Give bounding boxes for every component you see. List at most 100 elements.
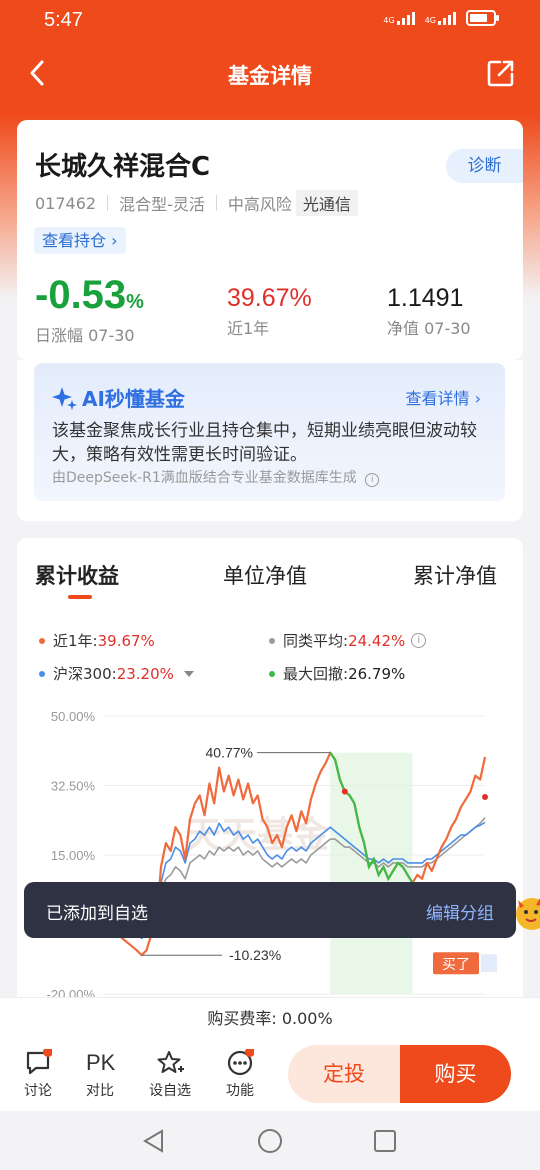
- discuss-label: 讨论: [24, 1083, 52, 1099]
- nav-label: 净值 07-30: [387, 319, 471, 338]
- daily-change-value: -0.53%: [35, 275, 144, 322]
- purchase-fee-bar: 购买费率: 0.00%: [0, 997, 540, 1039]
- add-watchlist-button[interactable]: 设自选: [145, 1049, 195, 1100]
- legend-index-label: 沪深300:: [53, 665, 117, 683]
- auto-invest-button[interactable]: 定投: [288, 1045, 400, 1103]
- diagnose-button[interactable]: 诊断: [446, 149, 523, 183]
- info-icon[interactable]: i: [411, 633, 427, 648]
- functions-button[interactable]: 功能: [215, 1049, 265, 1100]
- end-marker: [482, 794, 488, 801]
- view-holdings-link[interactable]: 查看持仓 ›: [34, 227, 126, 254]
- active-tab-indicator: [68, 595, 92, 599]
- legend-index-value: 23.20%: [116, 664, 174, 683]
- min-annotation-label: -10.23%: [229, 947, 281, 963]
- chart-card: 累计收益 单位净值 累计净值 近1年: 39.67% 同类平均: 24.42% …: [17, 538, 523, 1018]
- edit-group-link[interactable]: 编辑分组: [426, 899, 494, 924]
- toast-message: 已添加到自选: [46, 904, 148, 924]
- pk-icon: PK: [86, 1050, 116, 1075]
- signal-label-2: 4G: [424, 15, 436, 25]
- chart-tabs: 累计收益 单位净值 累计净值: [17, 560, 523, 600]
- year-return-stat: 39.67% 近1年: [227, 284, 312, 339]
- ai-title-text: AI秒懂基金: [82, 387, 185, 411]
- ai-more-link[interactable]: 查看详情 ›: [406, 385, 482, 409]
- legend-dot-drawdown: [269, 670, 275, 677]
- chevron-down-icon[interactable]: [183, 670, 194, 677]
- back-triangle-icon[interactable]: [142, 1128, 166, 1154]
- share-icon[interactable]: [486, 58, 516, 88]
- signal-icon-2: 4G: [424, 11, 456, 25]
- ai-summary-box[interactable]: AI秒懂基金 查看详情 › 该基金聚焦成长行业且持仓集中，短期业绩亮眼但波动较大…: [34, 363, 505, 501]
- year-return-value: 39.67%: [227, 284, 312, 312]
- ai-summary-text: 该基金聚焦成长行业且持仓集中，短期业绩亮眼但波动较大，策略有效性需更长时间验证。: [52, 421, 477, 465]
- system-nav-bar: [0, 1111, 540, 1170]
- legend-index[interactable]: 沪深300: 23.20%: [39, 663, 194, 684]
- watchlist-label: 设自选: [149, 1083, 191, 1099]
- compare-button[interactable]: PK 对比: [75, 1049, 125, 1100]
- chart-watermark: 天天基金: [185, 814, 330, 856]
- star-plus-icon: [157, 1051, 184, 1073]
- mascot-icon[interactable]: [510, 888, 540, 936]
- info-icon[interactable]: i: [365, 473, 380, 487]
- home-circle-icon[interactable]: [257, 1128, 283, 1154]
- nav-value: 1.1491: [387, 284, 464, 312]
- fund-code: 017462: [35, 193, 97, 213]
- recents-square-icon[interactable]: [373, 1129, 397, 1153]
- ai-source-note: 由DeepSeek-R1满血版结合专业基金数据库生成 i: [52, 467, 380, 487]
- max-annotation-label: 40.77%: [206, 745, 253, 761]
- fund-meta: 017462 混合型-灵活 中高风险 光通信: [35, 190, 358, 216]
- legend-fund-label: 近1年:: [53, 632, 98, 650]
- legend-fund-value: 39.67%: [97, 631, 155, 650]
- y-tick-label: 50.00%: [51, 709, 96, 724]
- daily-change-stat: -0.53% 日涨幅 07-30: [35, 275, 144, 346]
- legend-peer: 同类平均: 24.42% i: [269, 630, 427, 651]
- compare-label: 对比: [86, 1083, 114, 1099]
- legend-peer-value: 24.42%: [348, 631, 406, 650]
- daily-change-number: -0.53: [35, 273, 127, 317]
- fund-card: 长城久祥混合C 诊断 017462 混合型-灵活 中高风险 光通信 查看持仓 ›…: [17, 120, 523, 360]
- daily-change-unit: %: [126, 291, 144, 313]
- y-tick-label: 15.00%: [51, 848, 96, 863]
- status-time: 5:47: [44, 9, 83, 31]
- tab-cumulative-nav[interactable]: 累计净值: [413, 560, 497, 590]
- legend-fund: 近1年: 39.67%: [39, 630, 155, 651]
- toast-notification: 已添加到自选 编辑分组: [24, 882, 516, 938]
- tab-unit-nav[interactable]: 单位净值: [223, 560, 307, 590]
- chat-bubble-icon: [26, 1049, 52, 1075]
- legend-drawdown-value: 26.79%: [348, 664, 406, 683]
- page-title: 基金详情: [228, 64, 312, 88]
- nav-bar: 基金详情: [0, 50, 540, 96]
- year-return-label: 近1年: [227, 319, 270, 338]
- more-icon: [227, 1049, 254, 1076]
- tab-cumulative-return[interactable]: 累计收益: [35, 560, 119, 590]
- legend-peer-label: 同类平均:: [283, 632, 349, 650]
- ai-note-text: 由DeepSeek-R1满血版结合专业基金数据库生成: [52, 470, 357, 486]
- ai-title: AI秒懂基金: [52, 383, 185, 412]
- sparkle-icon: [52, 386, 77, 410]
- signal-label: 4G: [383, 15, 395, 25]
- legend-dot-index: [39, 670, 45, 677]
- legend-dot-peer: [269, 637, 275, 644]
- divider: [215, 195, 217, 211]
- buy-marker-label: 买了: [442, 957, 470, 973]
- signal-icon: 4G: [383, 11, 415, 25]
- fund-risk: 中高风险: [227, 195, 292, 214]
- status-bar: 5:47 4G 4G: [0, 0, 540, 44]
- buy-button[interactable]: 购买: [400, 1045, 511, 1103]
- divider: [107, 195, 109, 211]
- fund-name: 长城久祥混合C: [35, 152, 211, 182]
- expand-icon: [481, 954, 497, 973]
- nav-stat: 1.1491 净值 07-30: [387, 284, 471, 339]
- status-icons: 4G 4G: [383, 10, 499, 26]
- drawdown-marker: [341, 788, 348, 795]
- bottom-action-bar: 讨论 PK 对比 设自选 功能 定投 购买: [0, 1039, 540, 1111]
- discuss-button[interactable]: 讨论: [13, 1049, 63, 1100]
- return-chart[interactable]: 50.00%32.50%15.00%-20.00%天天基金40.77%-10.2…: [17, 698, 523, 998]
- legend-drawdown-label: 最大回撤:: [283, 665, 349, 683]
- y-tick-label: 32.50%: [51, 779, 96, 794]
- functions-label: 功能: [226, 1083, 254, 1099]
- daily-change-label: 日涨幅 07-30: [35, 326, 135, 345]
- legend-drawdown: 最大回撤: 26.79%: [269, 663, 405, 684]
- legend-dot-fund: [39, 637, 45, 644]
- fund-theme-tag[interactable]: 光通信: [295, 190, 358, 216]
- fund-type: 混合型-灵活: [119, 195, 205, 214]
